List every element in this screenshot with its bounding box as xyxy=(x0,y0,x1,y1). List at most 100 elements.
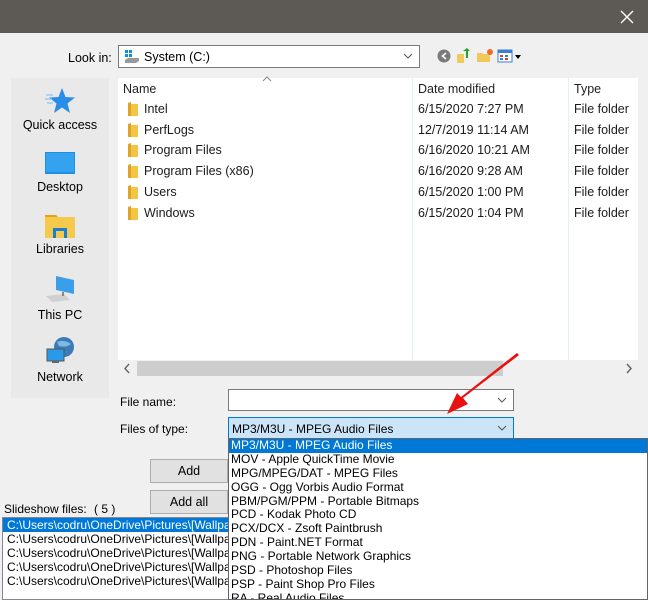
network-icon xyxy=(46,337,74,363)
file-name: PerfLogs xyxy=(144,122,195,137)
column-header-date[interactable]: Date modified xyxy=(418,82,495,96)
file-type: File folder xyxy=(574,122,629,137)
open-file-dialog: Look in: System (C:) Quick access Deskto… xyxy=(0,0,648,600)
file-name: Program Files xyxy=(144,143,222,158)
folder-icon xyxy=(128,164,138,179)
place-quick-access[interactable]: Quick access xyxy=(11,86,109,132)
file-name: Program Files (x86) xyxy=(144,164,254,179)
file-date: 6/16/2020 10:21 AM xyxy=(418,143,530,158)
slideshow-file-item[interactable]: C:\Users\codru\OneDrive\Pictures\[Wallpa… xyxy=(3,546,241,560)
slideshow-count: ( 5 ) xyxy=(94,502,116,516)
folder-icon xyxy=(128,143,138,158)
close-icon xyxy=(620,10,634,24)
file-type-option[interactable]: PSD - Photoshop Files xyxy=(229,563,647,578)
column-header-name[interactable]: Name xyxy=(123,82,156,96)
file-type: File folder xyxy=(574,205,629,220)
file-type: File folder xyxy=(574,184,629,199)
scroll-left-icon[interactable] xyxy=(122,363,132,374)
slideshow-file-item[interactable]: C:\Users\codru\OneDrive\Pictures\[Wallpa… xyxy=(3,560,241,574)
look-in-label: Look in: xyxy=(68,51,112,65)
file-row[interactable]: Windows 6/15/2020 1:04 PM File folder xyxy=(118,203,638,224)
file-list[interactable]: Name Date modified Type Intel 6/15/2020 7… xyxy=(118,76,638,360)
file-type-label: Files of type: xyxy=(120,422,189,436)
column-header-type[interactable]: Type xyxy=(574,82,601,96)
file-name: Users xyxy=(144,184,177,199)
look-in-value: System (C:) xyxy=(144,50,210,64)
scrollbar-thumb[interactable] xyxy=(137,361,503,376)
file-type-combobox[interactable]: MP3/M3U - MPEG Audio Files xyxy=(228,417,514,439)
place-this-pc[interactable]: This PC xyxy=(11,274,109,322)
windows-drive-icon xyxy=(125,50,139,63)
file-name: Intel xyxy=(144,102,168,116)
file-type-option[interactable]: PCD - Kodak Photo CD xyxy=(229,508,647,522)
file-type: File folder xyxy=(574,102,629,116)
slideshow-file-item[interactable]: C:\Users\codru\OneDrive\Pictures\[Wallpa… xyxy=(3,518,241,532)
file-row[interactable]: Intel 6/15/2020 7:27 PM File folder xyxy=(118,99,638,120)
file-type: File folder xyxy=(574,164,629,179)
file-name-combobox[interactable] xyxy=(228,389,514,411)
slideshow-files-label: Slideshow files: xyxy=(4,502,87,516)
file-row[interactable]: Program Files (x86) 6/16/2020 9:28 AM File… xyxy=(118,161,638,182)
place-label: Network xyxy=(37,370,83,384)
file-name-label: File name: xyxy=(120,395,177,409)
file-row[interactable]: Program Files 6/16/2020 10:21 AM File fold… xyxy=(118,140,638,161)
file-type-option[interactable]: PSP - Paint Shop Pro Files xyxy=(229,577,647,592)
slideshow-file-item[interactable]: C:\Users\codru\OneDrive\Pictures\[Wallpa… xyxy=(3,574,241,588)
place-label: Quick access xyxy=(22,118,98,132)
back-button[interactable] xyxy=(436,47,454,65)
look-in-combobox[interactable]: System (C:) xyxy=(118,45,420,68)
file-type-option[interactable]: PCX/DCX - Zsoft Paintbrush xyxy=(229,521,647,536)
file-type-option[interactable]: PNG - Portable Network Graphics xyxy=(229,549,647,564)
file-name: Windows xyxy=(144,205,195,220)
add-all-button[interactable]: Add all xyxy=(150,490,228,514)
scroll-right-icon[interactable] xyxy=(624,363,634,374)
file-date: 6/15/2020 1:04 PM xyxy=(418,205,524,220)
place-label: This PC xyxy=(37,308,83,322)
add-button[interactable]: Add xyxy=(150,459,228,483)
place-network[interactable]: Network xyxy=(11,336,109,384)
folder-icon xyxy=(128,205,138,220)
chevron-down-icon xyxy=(403,53,413,59)
file-type-option[interactable]: RA - Real Audio Files xyxy=(229,591,647,599)
place-desktop[interactable]: Desktop xyxy=(11,150,109,194)
folder-icon xyxy=(128,184,138,199)
title-bar xyxy=(0,0,648,33)
place-label: Desktop xyxy=(37,180,83,194)
file-row[interactable]: Users 6/15/2020 1:00 PM File folder xyxy=(118,182,638,203)
libraries-icon xyxy=(45,215,75,238)
horizontal-scrollbar[interactable] xyxy=(118,360,638,377)
slideshow-file-list[interactable]: C:\Users\codru\OneDrive\Pictures\[Wallpa… xyxy=(2,517,242,600)
file-row[interactable]: PerfLogs 12/7/2019 11:14 AM File folder xyxy=(118,120,638,141)
file-date: 6/15/2020 7:27 PM xyxy=(418,102,524,116)
places-bar: Quick access Desktop Libraries This PC N… xyxy=(11,78,109,398)
new-folder-icon xyxy=(477,49,493,62)
star-icon xyxy=(45,88,75,113)
file-type-option[interactable]: MPG/MPEG/DAT - MPEG Files xyxy=(229,466,647,481)
view-menu-button[interactable] xyxy=(497,47,523,65)
file-type-option[interactable]: PDN - Paint.NET Format xyxy=(229,535,647,550)
up-folder-icon xyxy=(457,48,470,63)
new-folder-button[interactable] xyxy=(476,47,494,65)
file-date: 6/15/2020 1:00 PM xyxy=(418,184,524,199)
folder-icon xyxy=(128,122,138,137)
file-type-option[interactable]: MP3/M3U - MPEG Audio Files xyxy=(229,439,647,453)
chevron-down-icon xyxy=(497,425,507,431)
up-folder-button[interactable] xyxy=(455,47,473,65)
file-type: File folder xyxy=(574,143,629,158)
file-date: 6/16/2020 9:28 AM xyxy=(418,164,523,179)
sort-ascending-icon xyxy=(262,76,272,82)
computer-icon xyxy=(46,276,74,302)
chevron-down-icon xyxy=(497,397,507,403)
file-type-option[interactable]: MOV - Apple QuickTime Movie xyxy=(229,452,647,467)
slideshow-file-item[interactable]: C:\Users\codru\OneDrive\Pictures\[Wallpa… xyxy=(3,532,241,546)
view-menu-icon xyxy=(497,49,521,63)
file-type-value: MP3/M3U - MPEG Audio Files xyxy=(232,422,394,436)
place-libraries[interactable]: Libraries xyxy=(11,212,109,256)
file-type-dropdown-list[interactable]: MP3/M3U - MPEG Audio Files MOV - Apple Qu… xyxy=(228,438,648,600)
close-button[interactable] xyxy=(616,6,638,28)
back-icon xyxy=(437,49,451,63)
file-type-option[interactable]: PBM/PGM/PPM - Portable Bitmaps xyxy=(229,494,647,509)
place-label: Libraries xyxy=(36,242,84,256)
file-date: 12/7/2019 11:14 AM xyxy=(418,122,529,137)
file-type-option[interactable]: OGG - Ogg Vorbis Audio Format xyxy=(229,480,647,495)
